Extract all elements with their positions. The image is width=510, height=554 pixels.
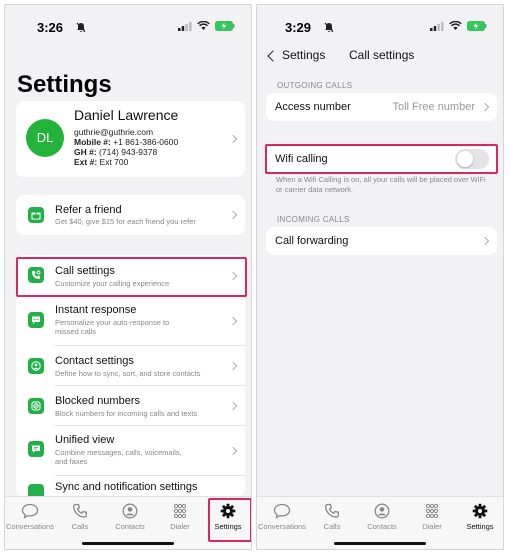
menu-item-title: Contact settings [55,355,134,367]
tab-contacts[interactable]: Contacts [105,503,155,531]
refer-title: Refer a friend [55,204,122,216]
menu-item-subtitle: Block numbers for incoming calls and tex… [55,409,198,418]
status-bar: 3:26 [5,5,251,39]
access-number-row[interactable]: Access number Toll Free number [266,93,497,121]
settings-screen: 3:26 Settings DL Daniel Lawrence guthrie… [4,4,252,550]
back-button[interactable]: Settings [257,45,337,69]
conversations-icon [21,503,39,519]
menu-item-subtitle: Personalize your auto-response to missed… [55,318,170,336]
section-header-outgoing: OUTGOING CALLS [277,81,353,90]
unified-icon [28,441,44,457]
gear-icon [472,503,488,519]
status-time: 3:29 [285,20,312,35]
wifi-icon [449,21,462,30]
signal-icon [178,21,192,31]
menu-item-title: Instant response [55,304,137,316]
dialer-icon [173,503,187,519]
contacts-icon [374,503,390,519]
block-icon [28,398,44,414]
access-number-value: Toll Free number [392,101,475,113]
gift-icon [28,207,44,223]
battery-charging-icon [215,21,235,31]
home-indicator [334,541,426,545]
page-title: Settings [17,71,112,98]
battery-charging-icon [467,21,487,31]
section-header-incoming: INCOMING CALLS [277,215,350,224]
menu-item-subtitle: Define how to sync, sort, and store cont… [55,369,201,378]
wifi-calling-help-text: When a Wifi Calling is on, all your call… [276,175,486,194]
home-indicator [82,541,174,545]
chevron-right-icon [228,446,238,456]
call-forwarding-row[interactable]: Call forwarding [266,227,497,255]
chat-bubble-icon [28,312,44,328]
menu-item-title: Sync and notification settings [55,481,198,493]
chevron-right-icon [480,102,490,112]
highlight-wifi-calling [265,144,498,174]
menu-item-instant-response[interactable]: Instant response Personalize your auto-r… [16,296,245,346]
refer-subtitle: Get $40, give $15 for each friend you re… [55,217,196,226]
status-icons [430,21,487,31]
calls-icon [73,503,87,518]
tab-conversations[interactable]: Conversations [5,503,55,531]
dialer-icon [425,503,439,519]
status-bar: 3:29 [257,5,503,39]
call-forwarding-label: Call forwarding [275,235,349,247]
access-number-label: Access number [275,101,351,113]
menu-item-subtitle: Combine messages, calls, voicemails, and… [55,448,182,466]
calls-icon [325,503,339,518]
chevron-right-icon [228,134,238,144]
tab-conversations[interactable]: Conversations [257,503,307,531]
tab-settings[interactable]: Settings [455,503,503,531]
screenshot-canvas: 3:26 Settings DL Daniel Lawrence guthrie… [0,0,510,554]
menu-item-title: Blocked numbers [55,395,140,407]
status-icons [178,21,235,31]
navigation-bar: Settings Call settings [257,45,503,69]
menu-item-unified-view[interactable]: Unified view Combine messages, calls, vo… [16,426,245,476]
tab-calls[interactable]: Calls [55,503,105,531]
highlight-settings-tab [208,498,251,542]
menu-item-blocked-numbers[interactable]: Blocked numbers Block numbers for incomi… [16,386,245,426]
profile-name: Daniel Lawrence [74,107,179,123]
menu-item-title: Unified view [55,434,115,446]
highlight-call-settings [16,257,247,297]
contacts-icon [122,503,138,519]
conversations-icon [273,503,291,519]
nav-title: Call settings [349,48,415,62]
chevron-right-icon [228,316,238,326]
bell-muted-icon [324,22,334,33]
tab-dialer[interactable]: Dialer [155,503,205,531]
tab-dialer[interactable]: Dialer [407,503,457,531]
chevron-right-icon [480,236,490,246]
back-label: Settings [282,48,326,62]
tab-bar: Conversations Calls Contacts Dialer Sett… [257,496,503,549]
tab-calls[interactable]: Calls [307,503,357,531]
refer-friend-card[interactable]: Refer a friend Get $40, give $15 for eac… [16,195,245,235]
profile-ext: Ext #: Ext 700 [74,157,129,167]
avatar: DL [26,119,64,157]
profile-mobile: Mobile #: +1 861-386-0600 [74,137,179,147]
profile-gh: GH #: (714) 943-9378 [74,147,158,157]
signal-icon [430,21,444,31]
call-settings-screen: 3:29 Settings Call settings OUTGOING CAL… [256,4,504,550]
chevron-left-icon [267,50,279,62]
menu-item-sync-notifications[interactable]: Sync and notification settings [16,476,245,497]
contact-icon [28,358,44,374]
status-time: 3:26 [37,20,64,35]
menu-item-contact-settings[interactable]: Contact settings Define how to sync, sor… [16,346,245,386]
profile-card[interactable]: DL Daniel Lawrence guthrie@guthrie.com M… [16,101,245,177]
bell-muted-icon [76,22,86,33]
tab-contacts[interactable]: Contacts [357,503,407,531]
profile-email: guthrie@guthrie.com [74,127,154,137]
wifi-icon [197,21,210,30]
